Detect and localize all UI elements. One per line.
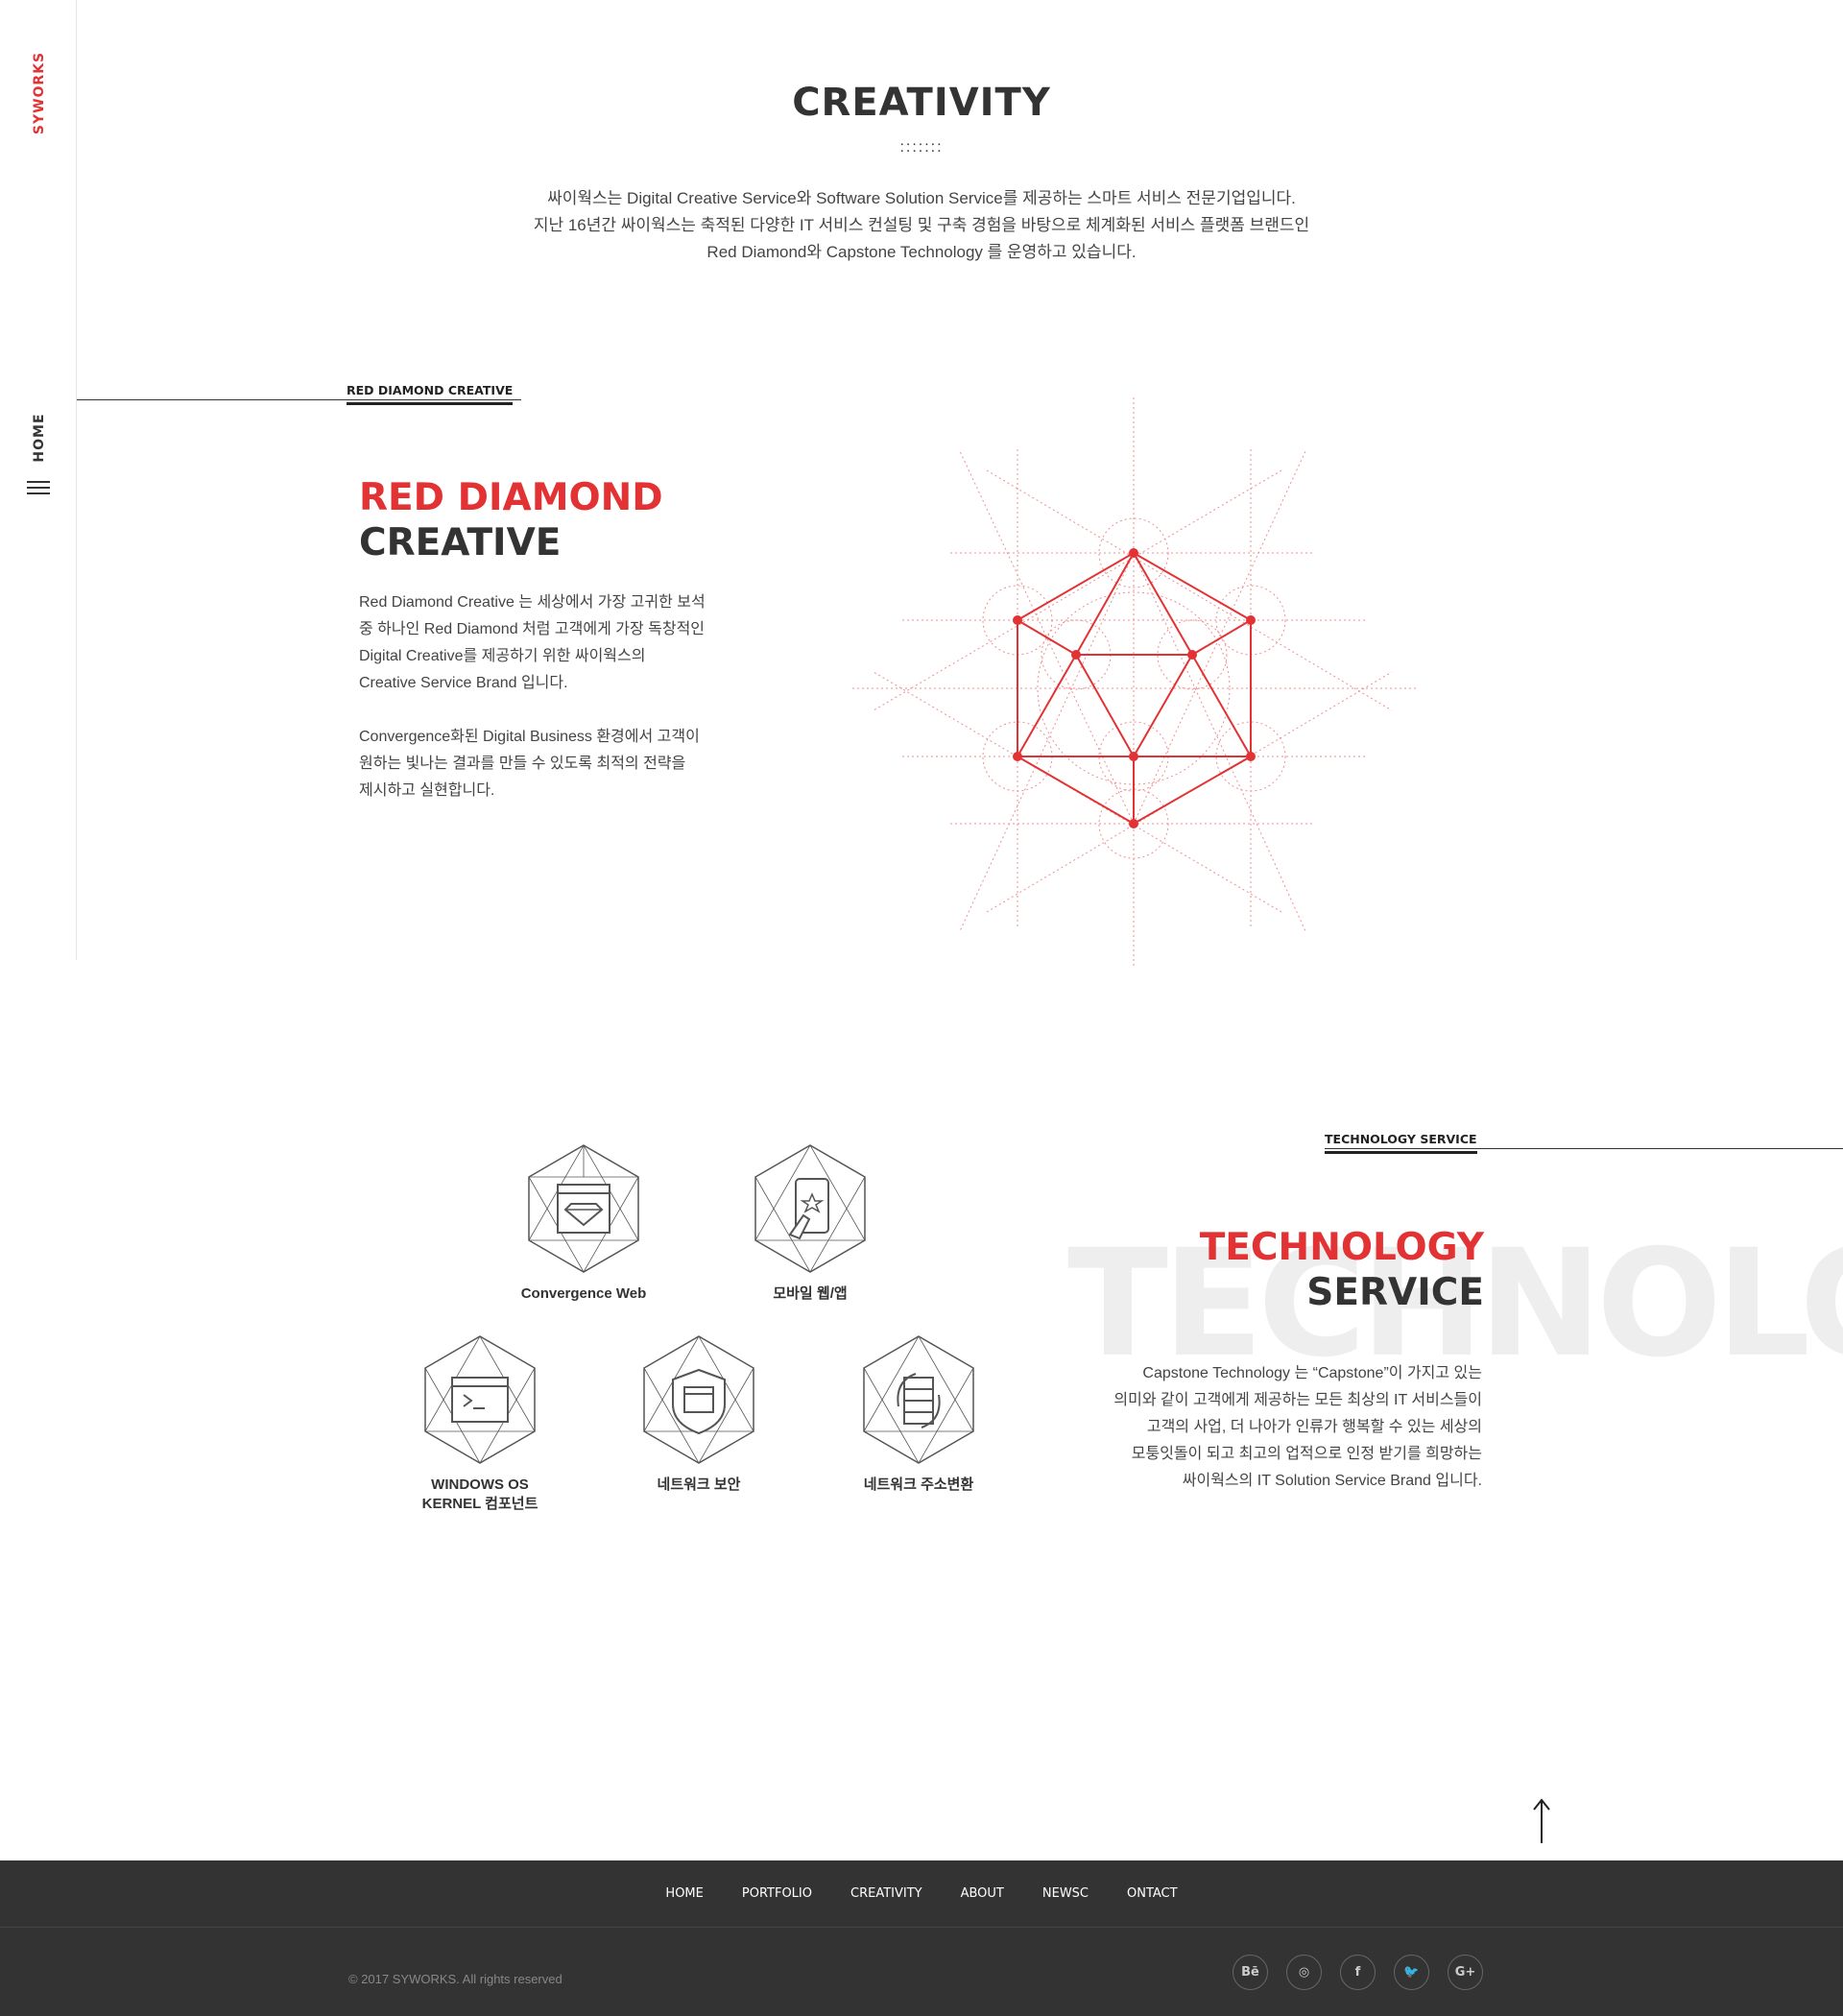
service-label: WINDOWS OS KERNEL 컴포넌트 xyxy=(421,1476,539,1512)
service-item[interactable]: WINDOWS OS KERNEL 컴포넌트 xyxy=(394,1333,566,1514)
technology-heading-red: TECHNOLOGY xyxy=(1199,1226,1484,1269)
service-item[interactable]: Convergence Web xyxy=(497,1142,670,1304)
menu-icon[interactable] xyxy=(27,481,50,498)
footer-nav: HOME PORTFOLIO CREATIVITY ABOUT NEWSC ON… xyxy=(0,1860,1843,1928)
twitter-icon[interactable]: 🐦 xyxy=(1394,1955,1429,1990)
red-diamond-description: Red Diamond Creative 는 세상에서 가장 고귀한 보석 중 … xyxy=(359,589,762,831)
service-label: 네트워크 주소변환 xyxy=(863,1476,974,1493)
red-diamond-section-label: RED DIAMOND CREATIVE xyxy=(347,383,514,405)
intro-line: 지난 16년간 싸이웍스는 축적된 다양한 IT 서비스 컨설팅 및 구축 경험… xyxy=(533,216,1310,234)
service-item[interactable]: 네트워크 주소변환 xyxy=(832,1333,1005,1495)
shield-icon xyxy=(643,1335,754,1464)
red-diamond-geometry-illustration xyxy=(852,397,1417,966)
service-label: 네트워크 보안 xyxy=(657,1476,741,1493)
service-label: Convergence Web xyxy=(520,1285,647,1302)
footer-nav-contact[interactable]: ONTACT xyxy=(1127,1886,1178,1901)
behance-icon[interactable]: Bē xyxy=(1233,1955,1268,1990)
intro-line: 싸이웍스는 Digital Creative Service와 Software… xyxy=(547,189,1296,207)
footer-nav-home[interactable]: HOME xyxy=(665,1886,703,1901)
red-diamond-heading: RED DIAMOND CREATIVE xyxy=(359,475,663,565)
intro-line: Red Diamond와 Capstone Technology 를 운영하고 … xyxy=(706,243,1137,261)
technology-heading: TECHNOLOGY SERVICE xyxy=(1200,1225,1484,1315)
footer-nav-about[interactable]: ABOUT xyxy=(961,1886,1004,1901)
footer-nav-news[interactable]: NEWSC xyxy=(1042,1886,1089,1901)
intro-text: 싸이웍스는 Digital Creative Service와 Software… xyxy=(442,185,1401,266)
service-item[interactable]: 모바일 웹/앱 xyxy=(724,1142,897,1304)
red-diamond-heading-dark: CREATIVE xyxy=(359,521,562,564)
terminal-window-icon xyxy=(424,1335,536,1464)
sidebar-home-link[interactable]: HOME xyxy=(28,408,51,468)
server-sync-icon xyxy=(863,1335,974,1464)
scroll-to-top-arrow-icon[interactable] xyxy=(1530,1797,1553,1845)
copyright-text: © 2017 SYWORKS. All rights reserved xyxy=(348,1972,562,1986)
footer-nav-creativity[interactable]: CREATIVITY xyxy=(850,1886,922,1901)
diamond-browser-icon xyxy=(528,1144,639,1273)
title-dots-divider: ::::::: xyxy=(899,139,944,156)
footer: HOME PORTFOLIO CREATIVITY ABOUT NEWSC ON… xyxy=(0,1860,1843,2016)
service-item[interactable]: 네트워크 보안 xyxy=(612,1333,785,1495)
red-diamond-paragraph: Convergence화된 Digital Business 환경에서 고객이 … xyxy=(359,729,700,799)
technology-description: Capstone Technology 는 “Capstone”이 가지고 있는… xyxy=(1113,1365,1482,1489)
facebook-icon[interactable]: f xyxy=(1340,1955,1376,1990)
dribbble-icon[interactable]: ◎ xyxy=(1286,1955,1322,1990)
technology-heading-dark: SERVICE xyxy=(1306,1271,1484,1314)
mobile-app-icon xyxy=(754,1144,866,1273)
page-title: CREATIVITY xyxy=(792,81,1051,125)
technology-section-label: TECHNOLOGY SERVICE xyxy=(1325,1132,1477,1154)
sidebar-home-label: HOME xyxy=(32,413,47,463)
social-links: Bē ◎ f 🐦 G+ xyxy=(1233,1955,1483,1990)
service-label: 모바일 웹/앱 xyxy=(773,1285,848,1302)
red-diamond-heading-red: RED DIAMOND xyxy=(359,476,663,519)
footer-nav-portfolio[interactable]: PORTFOLIO xyxy=(742,1886,812,1901)
red-diamond-paragraph: Red Diamond Creative 는 세상에서 가장 고귀한 보석 중 … xyxy=(359,594,706,691)
google-plus-icon[interactable]: G+ xyxy=(1448,1955,1483,1990)
